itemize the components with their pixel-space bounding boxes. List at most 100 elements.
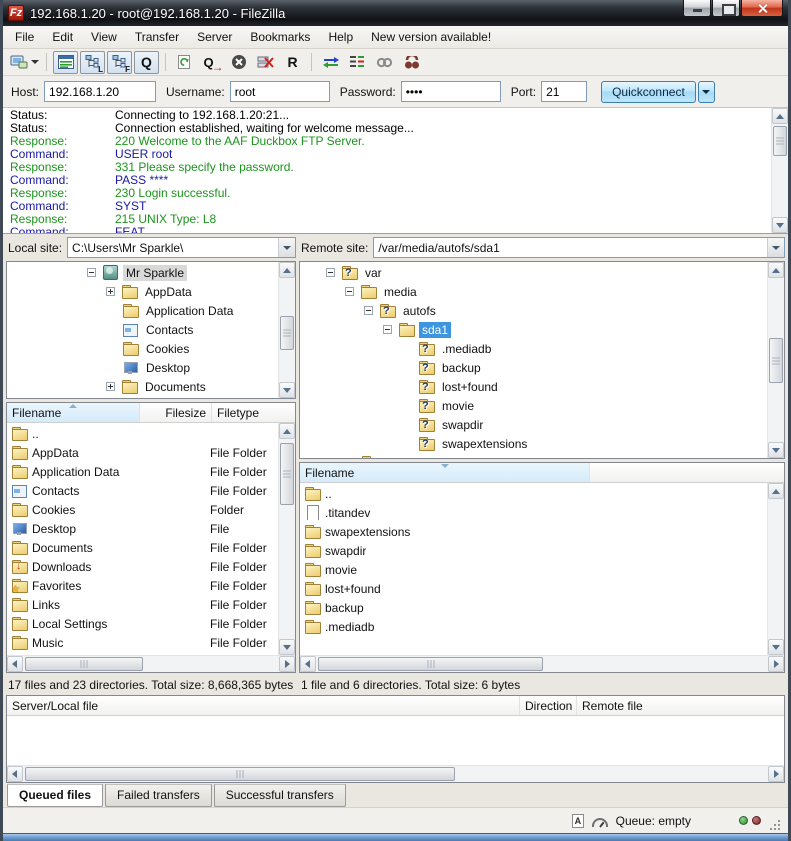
- site-manager-button[interactable]: [9, 51, 40, 74]
- file-row-swapextensions[interactable]: swapextensions: [300, 522, 767, 541]
- password-input[interactable]: [401, 81, 501, 102]
- scrollbar-thumb[interactable]: [769, 338, 783, 383]
- file-row-up[interactable]: ..: [300, 484, 767, 503]
- column-server-local-file[interactable]: Server/Local file: [7, 696, 520, 715]
- file-row-favorites[interactable]: FavoritesFile Folder: [7, 576, 278, 595]
- combo-dropdown-button[interactable]: [767, 238, 784, 257]
- collapse-icon[interactable]: [364, 306, 373, 315]
- local-list-scrollbar[interactable]: [278, 423, 295, 655]
- file-row-music[interactable]: MusicFile Folder: [7, 633, 278, 652]
- refresh-button[interactable]: [172, 51, 197, 74]
- file-row-appdata[interactable]: AppDataFile Folder: [7, 443, 278, 462]
- local-tree-scrollbar[interactable]: [278, 262, 295, 398]
- remote-tree-scrollbar[interactable]: [767, 262, 784, 458]
- tree-item-movie[interactable]: movie: [300, 396, 767, 415]
- column-filesize[interactable]: Filesize: [140, 403, 212, 422]
- menu-new-version[interactable]: New version available!: [362, 26, 500, 48]
- remote-list-scrollbar[interactable]: [767, 483, 784, 655]
- tree-item-autofs[interactable]: autofs: [300, 301, 767, 320]
- file-row-desktop[interactable]: DesktopFile: [7, 519, 278, 538]
- menu-help[interactable]: Help: [319, 26, 362, 48]
- scroll-left-button[interactable]: [300, 656, 316, 672]
- find-files-button[interactable]: [399, 51, 424, 74]
- scrollbar-thumb[interactable]: [318, 657, 543, 671]
- toggle-remote-tree-button[interactable]: F: [107, 51, 132, 74]
- file-row-contacts[interactable]: ContactsFile Folder: [7, 481, 278, 500]
- tree-item-lost-found[interactable]: lost+found: [300, 377, 767, 396]
- disconnect-button[interactable]: [253, 51, 278, 74]
- scroll-up-button[interactable]: [279, 423, 295, 439]
- file-row-movie[interactable]: movie: [300, 560, 767, 579]
- toggle-queue-button[interactable]: Q: [134, 51, 159, 74]
- scrollbar-thumb[interactable]: [25, 767, 455, 781]
- collapse-icon[interactable]: [345, 287, 354, 296]
- site-manager-dropdown-icon[interactable]: [31, 60, 39, 64]
- close-button[interactable]: [741, 0, 783, 17]
- maximize-button[interactable]: [712, 0, 740, 17]
- expand-icon[interactable]: [106, 382, 115, 391]
- scroll-right-button[interactable]: [768, 766, 784, 782]
- file-row-local-settings[interactable]: Local SettingsFile Folder: [7, 614, 278, 633]
- minimize-button[interactable]: [683, 0, 711, 17]
- directory-listing-button[interactable]: [345, 51, 370, 74]
- scrollbar-thumb[interactable]: [773, 126, 787, 156]
- file-row-cookies[interactable]: CookiesFolder: [7, 500, 278, 519]
- menu-server[interactable]: Server: [188, 26, 241, 48]
- tree-item-media[interactable]: media: [300, 282, 767, 301]
- transfer-type-icon[interactable]: [572, 814, 584, 828]
- menu-view[interactable]: View: [82, 26, 126, 48]
- scroll-up-button[interactable]: [772, 108, 788, 124]
- tree-item-cookies[interactable]: Cookies: [7, 339, 278, 358]
- tab-successful-transfers[interactable]: Successful transfers: [214, 784, 346, 807]
- scroll-up-button[interactable]: [768, 262, 784, 278]
- expand-icon[interactable]: [106, 287, 115, 296]
- scrollbar-thumb[interactable]: [280, 443, 294, 505]
- scroll-up-button[interactable]: [768, 483, 784, 499]
- scroll-right-button[interactable]: [768, 656, 784, 672]
- file-row-mediadb[interactable]: .mediadb: [300, 617, 767, 636]
- log-scrollbar[interactable]: [771, 108, 788, 233]
- tree-item-application-data[interactable]: Application Data: [7, 301, 278, 320]
- column-remote-file[interactable]: Remote file: [577, 696, 784, 715]
- remote-site-combo[interactable]: /var/media/autofs/sda1: [373, 237, 785, 258]
- menu-transfer[interactable]: Transfer: [126, 26, 188, 48]
- column-filename[interactable]: Filename: [7, 403, 140, 422]
- menu-edit[interactable]: Edit: [43, 26, 82, 48]
- column-filename[interactable]: Filename: [300, 463, 590, 482]
- column-filetype[interactable]: Filetype: [212, 403, 295, 422]
- collapse-icon[interactable]: [87, 268, 96, 277]
- tree-item-dvd[interactable]: dvd: [300, 453, 767, 458]
- collapse-icon[interactable]: [326, 268, 335, 277]
- file-row-swapdir[interactable]: swapdir: [300, 541, 767, 560]
- file-row-up[interactable]: ..: [7, 424, 278, 443]
- tree-item-appdata[interactable]: AppData: [7, 282, 278, 301]
- scroll-down-button[interactable]: [279, 639, 295, 655]
- scrollbar-thumb[interactable]: [25, 657, 143, 671]
- scroll-down-button[interactable]: [772, 217, 788, 233]
- quickconnect-button[interactable]: Quickconnect: [601, 81, 696, 103]
- tab-failed-transfers[interactable]: Failed transfers: [105, 784, 212, 807]
- tree-item-swapextensions[interactable]: swapextensions: [300, 434, 767, 453]
- local-site-combo[interactable]: C:\Users\Mr Sparkle\: [67, 237, 296, 258]
- tree-item-desktop[interactable]: Desktop: [7, 358, 278, 377]
- tree-item-backup[interactable]: backup: [300, 358, 767, 377]
- file-row-application-data[interactable]: Application DataFile Folder: [7, 462, 278, 481]
- scroll-right-button[interactable]: [279, 656, 295, 672]
- synchronized-browsing-button[interactable]: [372, 51, 397, 74]
- tree-item-var[interactable]: var: [300, 263, 767, 282]
- remote-list-hscrollbar[interactable]: [300, 655, 784, 672]
- reconnect-button[interactable]: R: [280, 51, 305, 74]
- file-row-documents[interactable]: DocumentsFile Folder: [7, 538, 278, 557]
- queue-hscrollbar[interactable]: [7, 765, 784, 782]
- port-input[interactable]: [541, 81, 587, 102]
- column-direction[interactable]: Direction: [520, 696, 577, 715]
- file-row-downloads[interactable]: DownloadsFile Folder: [7, 557, 278, 576]
- scrollbar-thumb[interactable]: [280, 316, 294, 350]
- tree-item-downloads[interactable]: Downloads: [7, 396, 278, 398]
- tree-item-contacts[interactable]: Contacts: [7, 320, 278, 339]
- scroll-down-button[interactable]: [768, 442, 784, 458]
- quickconnect-dropdown-button[interactable]: [698, 81, 715, 103]
- tree-item-mediadb[interactable]: .mediadb: [300, 339, 767, 358]
- combo-dropdown-button[interactable]: [278, 238, 295, 257]
- username-input[interactable]: [230, 81, 330, 102]
